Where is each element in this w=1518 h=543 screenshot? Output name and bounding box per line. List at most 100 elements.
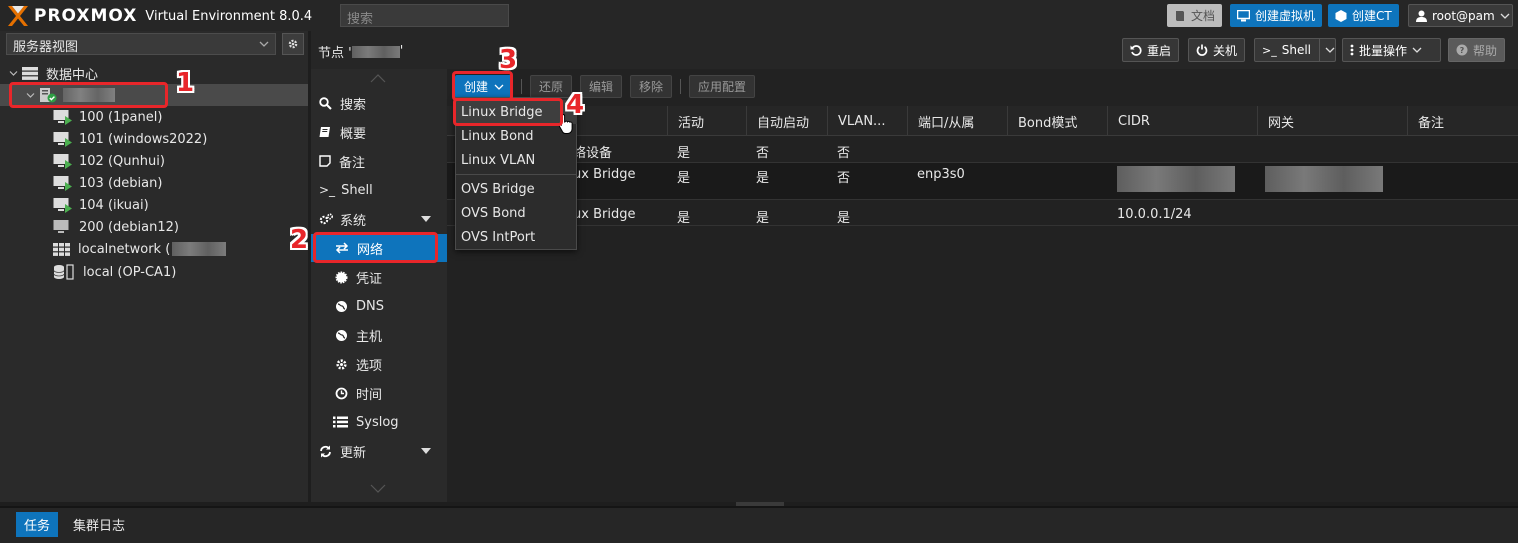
user-icon <box>1416 10 1427 22</box>
cell-ports: enp3s0 <box>917 167 965 182</box>
cell-type: 络设备 <box>573 146 613 161</box>
list-icon <box>333 416 348 428</box>
menu-item-ovs-bond[interactable]: OVS Bond <box>455 201 577 225</box>
reboot-button[interactable]: 重启 <box>1122 38 1180 62</box>
tree-item-vm-100[interactable]: 100 (1panel) <box>0 106 308 128</box>
nav-shell[interactable]: >_ Shell <box>311 176 447 204</box>
column-header-vlan[interactable]: VLAN... <box>827 106 907 136</box>
menu-item-ovs-intport[interactable]: OVS IntPort <box>455 225 577 249</box>
chevron-down-icon <box>1325 46 1335 54</box>
nav-summary[interactable]: 概要 <box>311 118 447 146</box>
menu-item-linux-vlan[interactable]: Linux VLAN <box>455 148 577 172</box>
tree-item-vm-200[interactable]: 200 (debian12) <box>0 216 308 238</box>
cell-vlan: 是 <box>837 211 851 226</box>
annotation-box-2 <box>313 232 438 263</box>
certificate-icon <box>335 271 348 284</box>
page-title: 节点 ' ' <box>318 44 404 61</box>
tree-item-vm-102[interactable]: 102 (Qunhui) <box>0 150 308 172</box>
nav-hosts[interactable]: 主机 <box>311 321 447 349</box>
tree-item-vm-101[interactable]: 101 (windows2022) <box>0 128 308 150</box>
search-icon <box>319 96 332 110</box>
create-vm-button[interactable]: 创建虚拟机 <box>1230 4 1323 27</box>
vm-running-icon <box>53 131 73 147</box>
redacted-node-title <box>351 45 400 58</box>
nav-certificates[interactable]: 凭证 <box>311 263 447 291</box>
caret-down-icon <box>421 448 431 454</box>
vm-stopped-icon <box>53 219 73 235</box>
nav-system[interactable]: 系统 <box>311 205 447 233</box>
column-header-comment[interactable]: 备注 <box>1407 106 1518 136</box>
cube-icon <box>1335 9 1347 22</box>
menu-separator <box>456 174 576 175</box>
column-header-cidr[interactable]: CIDR <box>1107 106 1257 136</box>
cell-cidr: 10.0.0.1/24 <box>1117 207 1192 222</box>
vm-running-icon <box>53 109 73 125</box>
docs-button[interactable]: 文档 <box>1167 4 1223 27</box>
chevron-down-icon <box>259 40 269 48</box>
refresh-icon <box>319 445 332 458</box>
cell-active: 是 <box>677 146 691 161</box>
edit-button[interactable]: 编辑 <box>580 75 623 98</box>
create-ct-button[interactable]: 创建CT <box>1328 4 1399 27</box>
tree-item-datacenter[interactable]: 数据中心 <box>0 62 308 84</box>
help-button[interactable]: ? 帮助 <box>1448 38 1506 62</box>
cell-autostart: 否 <box>756 146 770 161</box>
annotation-box-4 <box>453 98 563 126</box>
log-panel <box>0 506 1518 543</box>
svg-text:?: ? <box>1460 46 1465 55</box>
column-header-bond-mode[interactable]: Bond模式 <box>1007 106 1107 136</box>
cell-vlan: 否 <box>837 146 851 161</box>
menu-item-ovs-bridge[interactable]: OVS Bridge <box>455 177 577 201</box>
search-input[interactable]: 搜索 <box>340 4 509 27</box>
chevron-down-icon <box>1412 46 1422 54</box>
gear-icon <box>287 38 299 50</box>
nav-updates[interactable]: 更新 <box>311 437 447 465</box>
toolbar-divider <box>521 79 522 94</box>
annotation-box-1 <box>9 82 168 108</box>
remove-button[interactable]: 移除 <box>630 75 673 98</box>
nav-search[interactable]: 搜索 <box>311 89 447 117</box>
tree-item-localnetwork[interactable]: localnetwork ( <box>0 238 308 260</box>
redacted-network-name <box>172 242 227 256</box>
cell-vlan: 否 <box>837 171 851 186</box>
redacted-cidr <box>1117 166 1235 192</box>
cell-autostart: 是 <box>756 171 770 186</box>
scroll-down-icon[interactable] <box>370 484 386 493</box>
annotation-number-3: 3 <box>499 45 518 75</box>
chevron-down-icon <box>9 70 19 77</box>
column-header-ports[interactable]: 端口/从属 <box>907 106 1007 136</box>
nav-options[interactable]: 选项 <box>311 350 447 378</box>
annotation-number-2: 2 <box>290 225 309 255</box>
toolbar-divider <box>680 79 681 94</box>
power-icon <box>1196 44 1208 56</box>
shutdown-button[interactable]: 关机 <box>1188 38 1246 62</box>
apply-config-button[interactable]: 应用配置 <box>689 75 756 98</box>
tree-item-vm-104[interactable]: 104 (ikuai) <box>0 194 308 216</box>
column-header-active[interactable]: 活动 <box>667 106 746 136</box>
undo-icon <box>1130 44 1142 56</box>
book-icon <box>1174 10 1186 22</box>
ellipsis-vertical-icon <box>1350 44 1354 56</box>
nav-time[interactable]: 时间 <box>311 379 447 407</box>
book-icon <box>319 126 332 138</box>
tree-item-local-storage[interactable]: local (OP-CA1) <box>0 261 308 283</box>
tab-tasks[interactable]: 任务 <box>16 512 59 537</box>
tab-cluster-log[interactable]: 集群日志 <box>65 512 133 537</box>
nav-dns[interactable]: DNS <box>311 292 447 320</box>
chevron-down-icon <box>1500 12 1510 20</box>
column-header-gateway[interactable]: 网关 <box>1257 106 1407 136</box>
cell-type: ux Bridge <box>573 167 636 182</box>
bulk-actions-button[interactable]: 批量操作 <box>1342 38 1441 62</box>
tree-settings-button[interactable] <box>282 33 304 55</box>
nav-syslog[interactable]: Syslog <box>311 408 447 436</box>
terminal-icon: >_ <box>1262 43 1277 57</box>
user-menu-button[interactable]: root@pam <box>1408 4 1513 27</box>
annotation-number-1: 1 <box>176 68 195 98</box>
column-header-autostart[interactable]: 自动启动 <box>746 106 827 136</box>
shell-button[interactable]: >_ Shell <box>1254 38 1336 62</box>
nav-notes[interactable]: 备注 <box>311 147 447 175</box>
view-selector[interactable]: 服务器视图 <box>6 33 276 55</box>
scroll-up-icon[interactable] <box>370 74 386 83</box>
clock-icon <box>335 387 348 400</box>
tree-item-vm-103[interactable]: 103 (debian) <box>0 172 308 194</box>
